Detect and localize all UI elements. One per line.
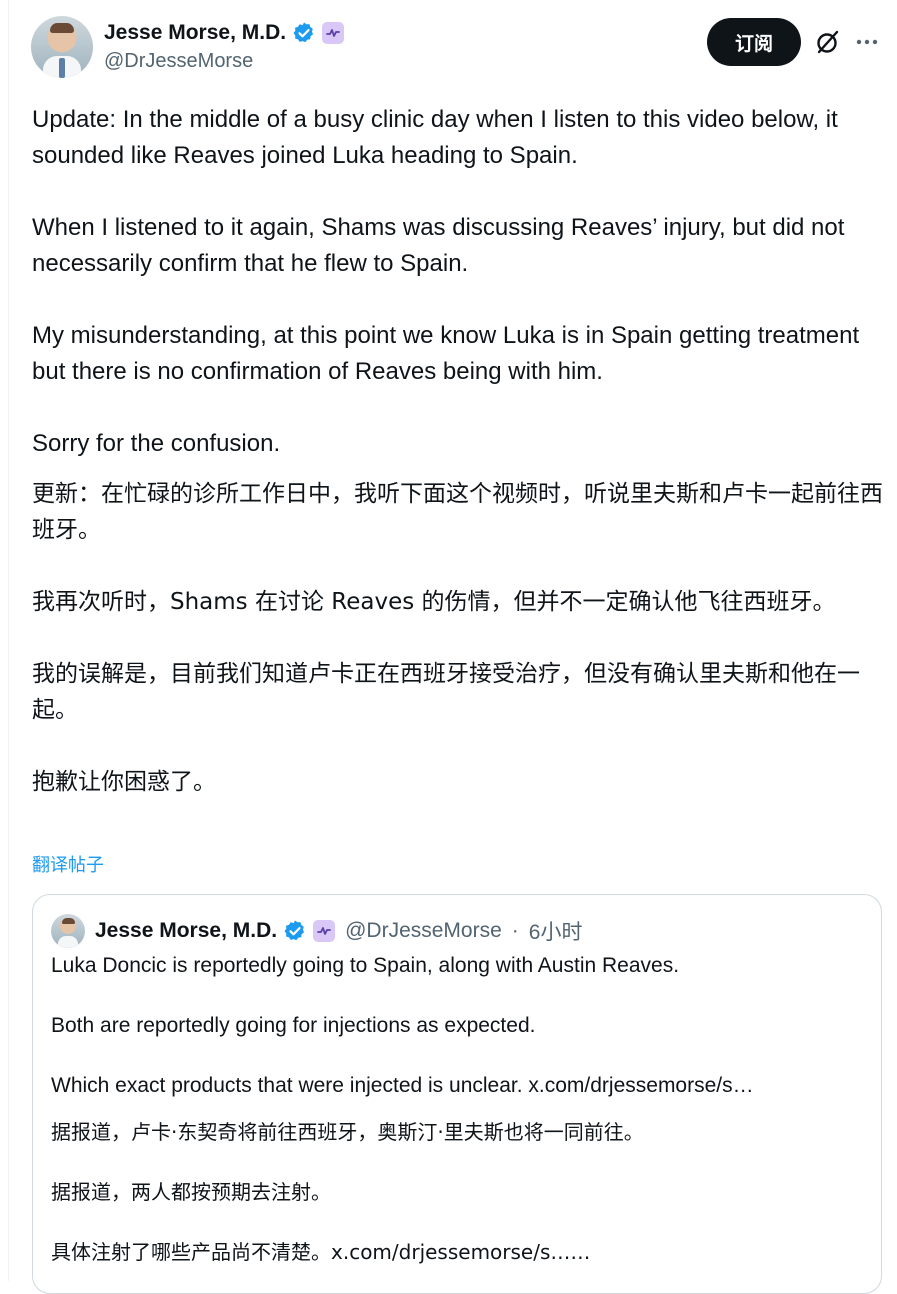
verified-badge-icon <box>284 920 305 941</box>
quoted-post-time: 6小时 <box>528 921 583 944</box>
quoted-author-avatar <box>51 914 85 948</box>
more-icon[interactable] <box>855 32 879 52</box>
post-paragraph: When I listened to it again, Shams was d… <box>32 214 845 277</box>
author-avatar[interactable] <box>31 16 93 78</box>
grok-icon[interactable] <box>815 29 841 55</box>
quoted-translation-paragraph: 具体注射了哪些产品尚不清楚。x.com/drjessemorse/s…… <box>51 1240 591 1264</box>
quoted-paragraph: Which exact products that were injected … <box>51 1074 754 1097</box>
post-container: Jesse Morse, M.D. @DrJesseMorse 订阅 Updat… <box>8 0 897 1294</box>
post-translation-paragraph: 我的误解是，目前我们知道卢卡正在西班牙接受治疗，但没有确认里夫斯和他在一起。 <box>32 661 860 723</box>
post-header: Jesse Morse, M.D. @DrJesseMorse 订阅 <box>9 0 897 96</box>
post-translation-paragraph: 抱歉让你困惑了。 <box>32 769 216 795</box>
author-handle[interactable]: @DrJesseMorse <box>104 50 253 73</box>
quoted-translation-paragraph: 据报道，卢卡·东契奇将前往西班牙，奥斯汀·里夫斯也将一同前往。 <box>51 1120 644 1144</box>
quoted-post-header: Jesse Morse, M.D. @DrJesseMorse · 6小时 <box>51 913 582 949</box>
quoted-author-name: Jesse Morse, M.D. <box>95 919 278 942</box>
author-name-row: Jesse Morse, M.D. <box>104 18 345 48</box>
author-name[interactable]: Jesse Morse, M.D. <box>104 21 286 45</box>
quoted-post-card[interactable]: Jesse Morse, M.D. @DrJesseMorse · 6小时 Lu… <box>32 894 882 1294</box>
post-paragraph: My misunderstanding, at this point we kn… <box>32 322 860 385</box>
premium-badge-icon <box>322 22 345 44</box>
post-text-translation: 更新：在忙碌的诊所工作日中，我听下面这个视频时，听说里夫斯和卢卡一起前往西班牙。… <box>32 476 887 800</box>
premium-badge-icon <box>313 920 336 942</box>
translate-post-link[interactable]: 翻译帖子 <box>32 851 104 877</box>
subscribe-button[interactable]: 订阅 <box>707 18 801 66</box>
post-text-english: Update: In the middle of a busy clinic d… <box>32 102 882 462</box>
quoted-author-handle: @DrJesseMorse <box>345 919 502 942</box>
post-translation-paragraph: 我再次听时，Shams 在讨论 Reaves 的伤情，但并不一定确认他飞往西班牙… <box>32 589 836 615</box>
post-paragraph: Update: In the middle of a busy clinic d… <box>32 106 838 169</box>
quoted-translation-paragraph: 据报道，两人都按预期去注射。 <box>51 1180 331 1204</box>
quoted-paragraph: Both are reportedly going for injections… <box>51 1014 536 1037</box>
post-paragraph: Sorry for the confusion. <box>32 430 281 457</box>
quoted-text-english: Luka Doncic is reportedly going to Spain… <box>51 951 861 1101</box>
quoted-text-translation: 据报道，卢卡·东契奇将前往西班牙，奥斯汀·里夫斯也将一同前往。 据报道，两人都按… <box>51 1117 861 1267</box>
meta-separator: · <box>511 919 519 942</box>
quoted-paragraph: Luka Doncic is reportedly going to Spain… <box>51 954 680 977</box>
post-translation-paragraph: 更新：在忙碌的诊所工作日中，我听下面这个视频时，听说里夫斯和卢卡一起前往西班牙。 <box>32 481 883 543</box>
verified-badge-icon <box>293 22 314 43</box>
